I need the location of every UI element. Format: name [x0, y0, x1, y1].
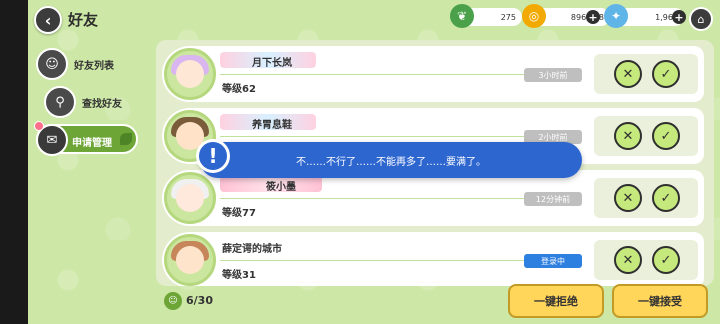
player-level: 等级62: [222, 84, 256, 95]
leaf-decoration-icon: [120, 133, 132, 145]
friends-icon: ☺: [36, 48, 68, 80]
avatar[interactable]: [164, 234, 216, 286]
divider: [220, 260, 576, 261]
request-row: 筱小墨 等级77 12分钟前 ✕ ✓: [162, 170, 704, 226]
sidebar-item-label: 申请管理: [72, 138, 112, 149]
accept-button[interactable]: ✓: [652, 122, 680, 150]
back-button[interactable]: ‹: [34, 6, 62, 34]
gem-icon: ✦: [604, 4, 628, 28]
check-icon: ✓: [660, 190, 672, 206]
add-coin-button[interactable]: +: [586, 10, 600, 24]
friends-screen: ‹ 好友 275 ❦ 896,918 ◎ + 1,967 ✦ + ⌂ ☺ 好友列…: [28, 0, 720, 324]
check-icon: ✓: [660, 66, 672, 82]
player-name: 养胃息鞋: [252, 120, 292, 131]
player-level: 等级31: [222, 270, 256, 281]
player-level: 等级77: [222, 208, 256, 219]
player-name: 月下长岚: [252, 58, 292, 69]
avatar[interactable]: [164, 172, 216, 224]
accept-button[interactable]: ✓: [652, 246, 680, 274]
sidebar-item-friend-list[interactable]: ☺ 好友列表: [36, 48, 114, 80]
last-online-badge: 12分钟前: [524, 192, 582, 206]
coin-icon: ◎: [522, 4, 546, 28]
plus-icon: +: [588, 10, 598, 24]
divider: [220, 74, 576, 75]
action-area: [594, 116, 698, 156]
accept-button[interactable]: ✓: [652, 60, 680, 88]
request-row: 月下长岚 等级62 3小时前 ✕ ✓: [162, 46, 704, 102]
page-title: 好友: [68, 11, 99, 29]
add-gem-button[interactable]: +: [672, 10, 686, 24]
notification-dot: [34, 121, 44, 131]
close-icon: ✕: [622, 190, 634, 206]
close-icon: ✕: [622, 128, 634, 144]
home-button[interactable]: ⌂: [689, 7, 713, 31]
plus-icon: +: [674, 10, 684, 24]
avatar[interactable]: [164, 48, 216, 100]
divider: [220, 198, 576, 199]
close-icon: ✕: [622, 66, 634, 82]
avatar-face: [176, 184, 204, 212]
home-icon: ⌂: [697, 12, 705, 26]
avatar-face: [176, 246, 204, 274]
divider: [220, 136, 576, 137]
toast-text: 不……不行了……不能再多了……要满了。: [296, 156, 486, 168]
leaf-currency-value: 275: [500, 12, 516, 22]
chevron-left-icon: ‹: [44, 10, 52, 30]
search-icon: ⚲: [44, 86, 76, 118]
reject-button[interactable]: ✕: [614, 122, 642, 150]
check-icon: ✓: [660, 128, 672, 144]
reject-button[interactable]: ✕: [614, 184, 642, 212]
action-area: [594, 240, 698, 280]
exclamation-icon: !: [196, 139, 230, 173]
reject-all-button[interactable]: 一键拒绝: [508, 284, 604, 318]
reject-button[interactable]: ✕: [614, 246, 642, 274]
sidebar-item-label: 好友列表: [74, 60, 114, 72]
request-count: 6/30: [186, 294, 213, 307]
action-area: [594, 54, 698, 94]
sidebar-item-label: 查找好友: [82, 98, 122, 110]
last-online-badge: 3小时前: [524, 68, 582, 82]
online-status-badge: 登录中: [524, 254, 582, 268]
request-row: 薛定谔的城市 等级31 登录中 ✕ ✓: [162, 232, 704, 286]
player-name: 薛定谔的城市: [222, 244, 282, 255]
sidebar-item-find-friend[interactable]: ⚲ 查找好友: [44, 86, 122, 118]
leaf-icon: ❦: [450, 4, 474, 28]
close-icon: ✕: [622, 252, 634, 268]
player-name: 筱小墨: [266, 182, 296, 193]
accept-all-button[interactable]: 一键接受: [612, 284, 708, 318]
action-area: [594, 178, 698, 218]
reject-button[interactable]: ✕: [614, 60, 642, 88]
avatar-face: [176, 60, 204, 88]
sidebar-item-requests[interactable]: ✉ 申请管理: [36, 124, 138, 156]
check-icon: ✓: [660, 252, 672, 268]
friend-count-icon: ☺: [164, 292, 182, 310]
accept-button[interactable]: ✓: [652, 184, 680, 212]
toast-message: ! 不……不行了……不能再多了……要满了。: [196, 139, 582, 178]
